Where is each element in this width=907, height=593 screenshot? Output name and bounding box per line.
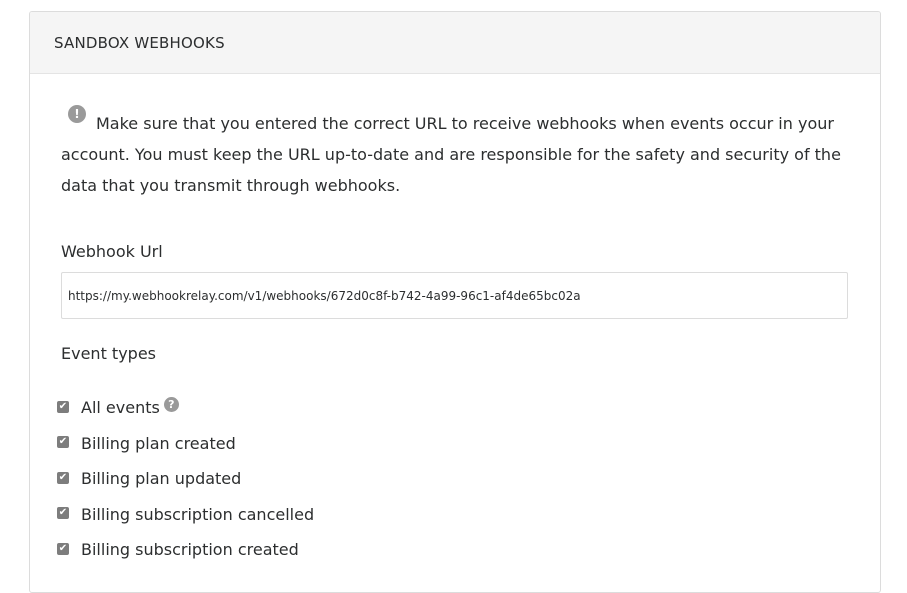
event-label-all-events: All events xyxy=(81,398,160,418)
webhook-notice: Make sure that you entered the correct U… xyxy=(61,108,841,201)
event-item-billing-plan-updated[interactable]: ✔ Billing plan updated xyxy=(57,461,314,497)
event-types-list: ✔ All events ? ✔ Billing plan created ✔ … xyxy=(57,390,314,568)
checkbox-billing-plan-created[interactable]: ✔ xyxy=(57,436,69,449)
event-item-billing-subscription-created[interactable]: ✔ Billing subscription created xyxy=(57,532,314,568)
checkbox-billing-subscription-created[interactable]: ✔ xyxy=(57,542,69,555)
event-label-billing-plan-updated: Billing plan updated xyxy=(81,469,242,489)
sandbox-webhooks-panel: SANDBOX WEBHOOKS ! Make sure that you en… xyxy=(29,11,881,593)
checkbox-billing-subscription-cancelled[interactable]: ✔ xyxy=(57,507,69,520)
event-types-label: Event types xyxy=(61,344,156,363)
webhook-url-label: Webhook Url xyxy=(61,242,163,261)
event-item-billing-plan-created[interactable]: ✔ Billing plan created xyxy=(57,426,314,462)
checkbox-billing-plan-updated[interactable]: ✔ xyxy=(57,471,69,484)
event-label-billing-plan-created: Billing plan created xyxy=(81,433,236,453)
checkbox-all-events[interactable]: ✔ xyxy=(57,400,69,413)
panel-title: SANDBOX WEBHOOKS xyxy=(54,33,225,52)
event-label-billing-subscription-created: Billing subscription created xyxy=(81,540,299,560)
question-circle-icon[interactable]: ? xyxy=(163,397,179,413)
panel-header: SANDBOX WEBHOOKS xyxy=(30,12,880,74)
event-item-all-events[interactable]: ✔ All events ? xyxy=(57,390,314,426)
notice-text: Make sure that you entered the correct U… xyxy=(61,114,841,195)
webhook-url-input[interactable] xyxy=(61,272,848,319)
event-item-billing-subscription-cancelled[interactable]: ✔ Billing subscription cancelled xyxy=(57,497,314,533)
event-label-billing-subscription-cancelled: Billing subscription cancelled xyxy=(81,504,315,524)
